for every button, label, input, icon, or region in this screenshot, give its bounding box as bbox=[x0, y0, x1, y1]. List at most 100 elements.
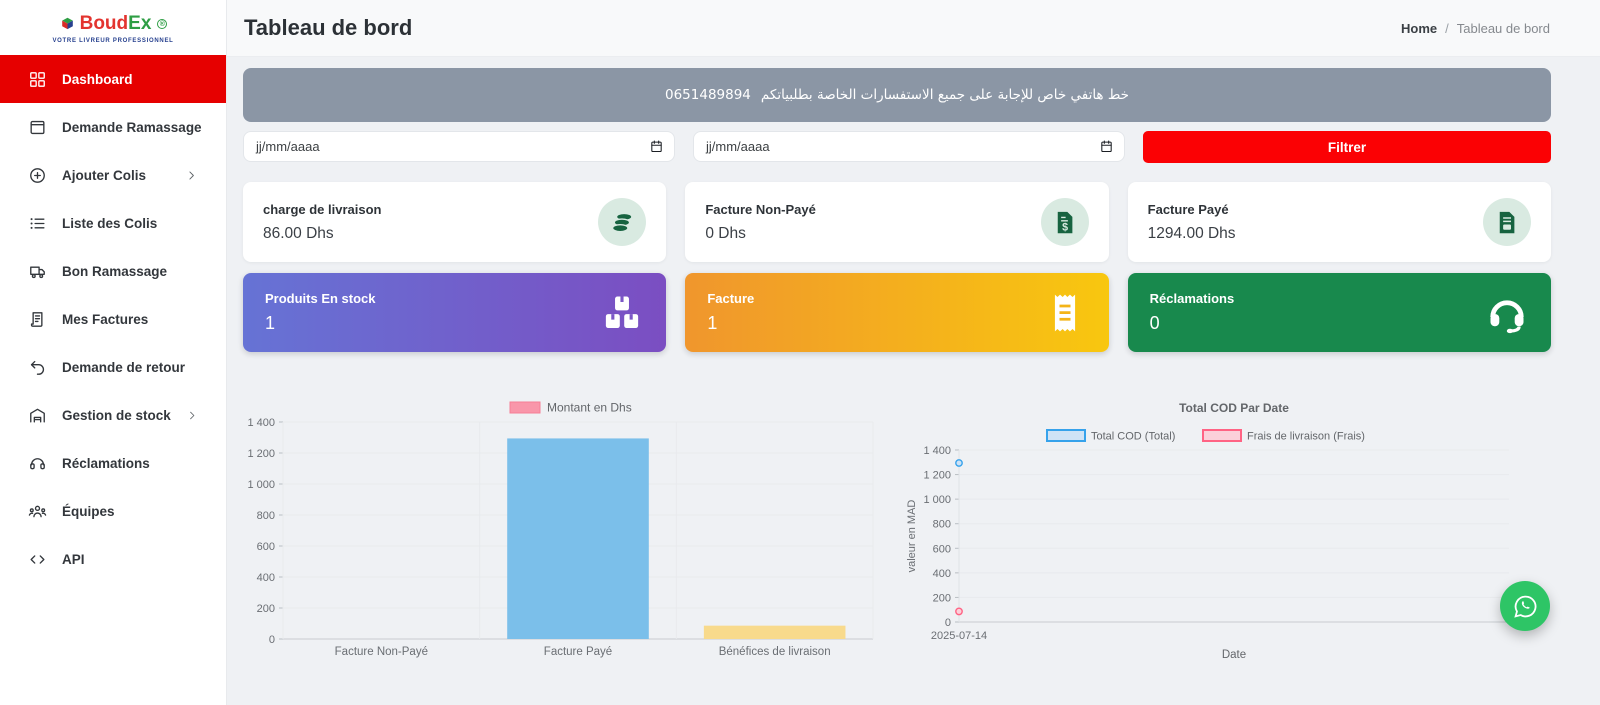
archive-icon bbox=[28, 118, 47, 137]
sidebar-item-demande-ramassage[interactable]: Demande Ramassage bbox=[0, 103, 226, 151]
calendar-icon[interactable] bbox=[1099, 139, 1114, 154]
invoice-file-icon bbox=[1482, 198, 1531, 246]
whatsapp-fab[interactable] bbox=[1500, 581, 1550, 631]
metric-card-produits-en-stock[interactable]: Produits En stock 1 bbox=[243, 273, 667, 352]
code-icon bbox=[28, 550, 47, 569]
svg-text:1 200: 1 200 bbox=[247, 448, 275, 460]
svg-text:2025-07-14: 2025-07-14 bbox=[931, 630, 987, 642]
svg-text:1 400: 1 400 bbox=[923, 445, 951, 457]
sidebar: BoudEx ® VOTRE LIVREUR PROFESSIONNEL Das… bbox=[0, 0, 227, 705]
svg-text:Date: Date bbox=[1222, 649, 1246, 661]
chevron-right-icon bbox=[185, 169, 198, 182]
breadcrumb-home-link[interactable]: Home bbox=[1401, 21, 1437, 36]
main-area: Tableau de bord Home / Tableau de bord خ… bbox=[227, 0, 1600, 705]
stat-cards-row: charge de livraison 86.00 Dhs Facture No… bbox=[243, 182, 1551, 262]
brand-name: BoudEx bbox=[79, 13, 152, 34]
svg-text:Total COD (Total): Total COD (Total) bbox=[1091, 431, 1175, 443]
breadcrumb-current: Tableau de bord bbox=[1456, 20, 1550, 36]
metric-card-title: Facture bbox=[707, 291, 755, 306]
svg-text:Frais de livraison (Frais): Frais de livraison (Frais) bbox=[1247, 431, 1365, 443]
svg-text:200: 200 bbox=[933, 592, 951, 604]
svg-text:0: 0 bbox=[945, 617, 951, 629]
page-title: Tableau de bord bbox=[244, 15, 413, 40]
metric-card-title: Réclamations bbox=[1149, 291, 1235, 306]
hotline-banner: خط هاتفي خاص للإجابة على جميع الاستفسارا… bbox=[243, 68, 1551, 122]
stat-card-facture-non-paye: Facture Non-Payé 0 Dhs $ bbox=[685, 182, 1109, 262]
stat-card-charge-de-livraison: charge de livraison 86.00 Dhs bbox=[243, 182, 667, 262]
stat-card-value: 86.00 Dhs bbox=[263, 224, 334, 242]
montant-bar-chart: Montant en Dhs 0 200 400 600 800 1 000 1 200 1 4… bbox=[243, 394, 883, 674]
sidebar-item-ajouter-colis[interactable]: Ajouter Colis bbox=[0, 151, 226, 199]
sidebar-item-dashboard[interactable]: Dashboard bbox=[0, 55, 226, 103]
calendar-icon[interactable] bbox=[649, 139, 664, 154]
hotline-phone: 0651489894 bbox=[665, 87, 751, 103]
stat-card-title: Facture Payé bbox=[1147, 201, 1229, 217]
svg-text:1 200: 1 200 bbox=[923, 470, 951, 482]
date-from-placeholder: jj/mm/aaaa bbox=[256, 139, 320, 154]
registered-mark: ® bbox=[157, 19, 168, 29]
invoice-dollar-icon: $ bbox=[1040, 198, 1089, 246]
metric-card-reclamations[interactable]: Réclamations 0 bbox=[1127, 273, 1551, 352]
stat-card-facture-paye: Facture Payé 1294.00 Dhs bbox=[1127, 182, 1551, 262]
sidebar-item-reclamations[interactable]: Réclamations bbox=[0, 439, 226, 487]
coins-icon bbox=[598, 198, 647, 246]
cod-per-date-chart: Total COD Par Date Total COD (Total) Frais… bbox=[901, 394, 1521, 674]
svg-text:Facture Payé: Facture Payé bbox=[544, 646, 612, 658]
headset-icon bbox=[28, 454, 47, 473]
undo-icon bbox=[28, 358, 47, 377]
date-to-input[interactable]: jj/mm/aaaa bbox=[693, 131, 1125, 162]
svg-text:Montant en Dhs: Montant en Dhs bbox=[547, 401, 632, 415]
date-from-input[interactable]: jj/mm/aaaa bbox=[243, 131, 675, 162]
metric-card-title: Produits En stock bbox=[265, 291, 376, 306]
sidebar-item-bon-ramassage[interactable]: Bon Ramassage bbox=[0, 247, 226, 295]
plus-circle-icon bbox=[28, 166, 47, 185]
svg-text:200: 200 bbox=[257, 603, 275, 615]
boxes-icon bbox=[600, 291, 644, 335]
stat-card-value: 1294.00 Dhs bbox=[1147, 224, 1236, 242]
brand-tagline: VOTRE LIVREUR PROFESSIONNEL bbox=[52, 38, 174, 44]
warehouse-icon bbox=[28, 406, 47, 425]
sidebar-item-mes-factures[interactable]: Mes Factures bbox=[0, 295, 226, 343]
metric-card-facture[interactable]: Facture 1 bbox=[685, 273, 1109, 352]
sidebar-menu: Dashboard Demande Ramassage Ajouter Coli… bbox=[0, 55, 226, 705]
svg-text:1 000: 1 000 bbox=[923, 494, 951, 506]
dashboard-icon bbox=[28, 70, 47, 89]
sidebar-item-equipes[interactable]: Équipes bbox=[0, 487, 226, 535]
svg-text:400: 400 bbox=[933, 568, 951, 580]
topbar: Tableau de bord Home / Tableau de bord bbox=[227, 0, 1600, 57]
whatsapp-icon bbox=[1512, 593, 1539, 620]
metric-card-value: 0 bbox=[1149, 313, 1160, 333]
sidebar-item-liste-des-colis[interactable]: Liste des Colis bbox=[0, 199, 226, 247]
truck-icon bbox=[28, 262, 47, 281]
filter-button[interactable]: Filtrer bbox=[1143, 131, 1551, 163]
hotline-text: خط هاتفي خاص للإجابة على جميع الاستفسارا… bbox=[760, 87, 1130, 103]
sidebar-item-api[interactable]: API bbox=[0, 535, 226, 583]
svg-text:Bénéfices de livraison: Bénéfices de livraison bbox=[719, 646, 831, 658]
invoice-icon bbox=[28, 310, 47, 329]
receipt-icon bbox=[1043, 291, 1087, 335]
chevron-right-icon bbox=[186, 409, 198, 422]
svg-text:$: $ bbox=[1062, 221, 1068, 233]
logo-cube-icon bbox=[59, 16, 76, 33]
sidebar-item-gestion-de-stock[interactable]: Gestion de stock bbox=[0, 391, 226, 439]
date-to-placeholder: jj/mm/aaaa bbox=[706, 139, 770, 154]
svg-text:Total COD Par Date: Total COD Par Date bbox=[1179, 401, 1289, 415]
svg-text:Facture Non-Payé: Facture Non-Payé bbox=[335, 646, 428, 658]
svg-text:0: 0 bbox=[269, 634, 275, 646]
svg-text:valeur en MAD: valeur en MAD bbox=[906, 500, 918, 573]
team-icon bbox=[28, 502, 47, 521]
content: خط هاتفي خاص للإجابة على جميع الاستفسارا… bbox=[227, 57, 1600, 705]
stat-card-value: 0 Dhs bbox=[705, 224, 746, 242]
metric-card-value: 1 bbox=[265, 313, 276, 333]
sidebar-item-demande-de-retour[interactable]: Demande de retour bbox=[0, 343, 226, 391]
metric-cards-row: Produits En stock 1 Facture 1 Réclamatio… bbox=[243, 273, 1551, 352]
brand-logo[interactable]: BoudEx ® VOTRE LIVREUR PROFESSIONNEL bbox=[0, 0, 226, 51]
svg-text:400: 400 bbox=[257, 572, 275, 584]
breadcrumb-separator: / bbox=[1445, 20, 1449, 36]
svg-text:800: 800 bbox=[257, 510, 275, 522]
metric-card-value: 1 bbox=[707, 313, 718, 333]
svg-text:800: 800 bbox=[933, 519, 951, 531]
breadcrumb: Home / Tableau de bord bbox=[1401, 21, 1550, 36]
stat-card-title: Facture Non-Payé bbox=[705, 201, 816, 217]
svg-text:600: 600 bbox=[933, 543, 951, 555]
